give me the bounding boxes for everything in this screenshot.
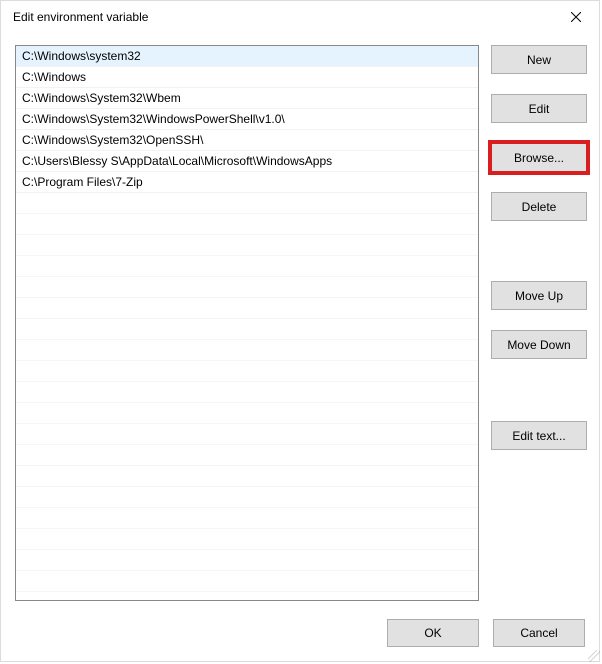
- window-title: Edit environment variable: [13, 10, 148, 24]
- list-item[interactable]: C:\Windows\System32\OpenSSH\: [16, 130, 478, 151]
- edit-button[interactable]: Edit: [491, 94, 587, 123]
- ok-button[interactable]: OK: [387, 619, 479, 647]
- path-listbox[interactable]: C:\Windows\system32C:\WindowsC:\Windows\…: [15, 45, 479, 601]
- list-item[interactable]: C:\Windows: [16, 67, 478, 88]
- move-down-button[interactable]: Move Down: [491, 330, 587, 359]
- close-icon: [571, 12, 581, 22]
- list-item[interactable]: C:\Windows\System32\Wbem: [16, 88, 478, 109]
- move-up-button[interactable]: Move Up: [491, 281, 587, 310]
- list-item[interactable]: C:\Windows\System32\WindowsPowerShell\v1…: [16, 109, 478, 130]
- delete-button[interactable]: Delete: [491, 192, 587, 221]
- dialog-footer: OK Cancel: [15, 601, 587, 649]
- browse-button[interactable]: Browse...: [491, 143, 587, 172]
- cancel-button[interactable]: Cancel: [493, 619, 585, 647]
- resize-grip[interactable]: [588, 650, 600, 662]
- title-bar: Edit environment variable: [1, 1, 599, 33]
- close-button[interactable]: [553, 1, 599, 33]
- list-filler: [16, 193, 478, 600]
- new-button[interactable]: New: [491, 45, 587, 74]
- list-item[interactable]: C:\Program Files\7-Zip: [16, 172, 478, 193]
- list-item[interactable]: C:\Windows\system32: [16, 46, 478, 67]
- button-column: New Edit Browse... Delete Move Up Move D…: [491, 45, 587, 601]
- dialog-window: Edit environment variable C:\Windows\sys…: [0, 0, 600, 662]
- list-item[interactable]: C:\Users\Blessy S\AppData\Local\Microsof…: [16, 151, 478, 172]
- main-row: C:\Windows\system32C:\WindowsC:\Windows\…: [15, 45, 587, 601]
- client-area: C:\Windows\system32C:\WindowsC:\Windows\…: [1, 33, 599, 661]
- edit-text-button[interactable]: Edit text...: [491, 421, 587, 450]
